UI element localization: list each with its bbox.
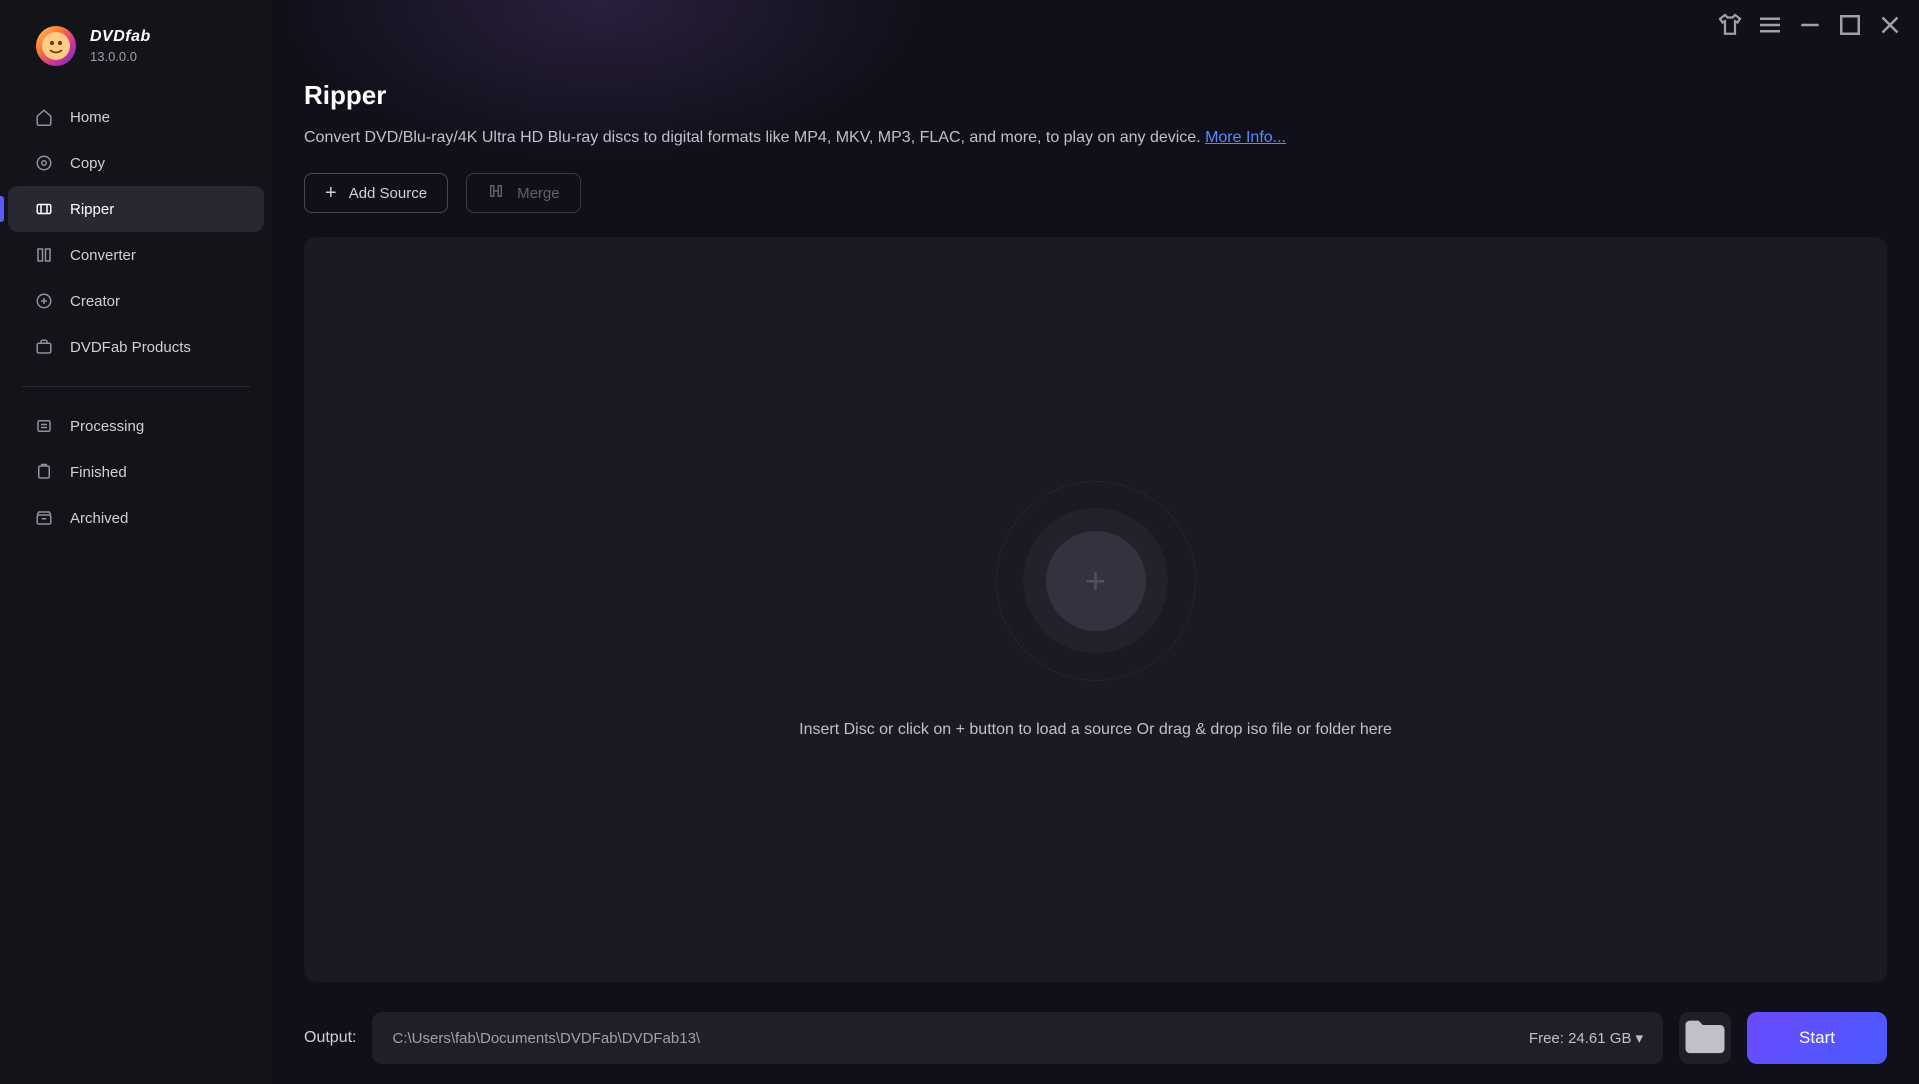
drop-add-button[interactable]: + (1046, 531, 1146, 631)
home-icon (34, 107, 54, 127)
sidebar-item-processing[interactable]: Processing (8, 403, 264, 449)
app-version: 13.0.0.0 (90, 49, 151, 64)
sidebar-item-products[interactable]: DVDFab Products (8, 324, 264, 370)
nav-primary: Home Copy Ripper Converter Creator DVDFa… (0, 94, 272, 370)
app-name: DVDfab (90, 28, 151, 46)
menu-icon[interactable] (1755, 10, 1785, 40)
nav-divider (22, 386, 250, 387)
drop-circle-wrap: + (996, 481, 1196, 681)
toolbar: + Add Source Merge (304, 173, 1887, 213)
output-path: C:\Users\fab\Documents\DVDFab\DVDFab13\ (392, 1030, 1528, 1047)
sidebar-item-label: Archived (70, 510, 128, 527)
main-area: Ripper Convert DVD/Blu-ray/4K Ultra HD B… (272, 0, 1919, 1084)
add-source-label: Add Source (349, 185, 427, 202)
minimize-icon[interactable] (1795, 10, 1825, 40)
sidebar-item-ripper[interactable]: Ripper (8, 186, 264, 232)
plus-icon: + (325, 183, 337, 203)
drop-circle-outer: + (1023, 508, 1168, 653)
sidebar: DVDfab 13.0.0.0 Home Copy Ripper Convert… (0, 0, 272, 1084)
browse-folder-button[interactable] (1679, 1012, 1731, 1064)
drop-zone-text: Insert Disc or click on + button to load… (799, 721, 1392, 739)
page-description: Convert DVD/Blu-ray/4K Ultra HD Blu-ray … (304, 129, 1887, 147)
close-icon[interactable] (1875, 10, 1905, 40)
description-text: Convert DVD/Blu-ray/4K Ultra HD Blu-ray … (304, 129, 1205, 146)
output-free-space[interactable]: Free: 24.61 GB ▾ (1529, 1029, 1643, 1047)
sidebar-item-converter[interactable]: Converter (8, 232, 264, 278)
finished-icon (34, 462, 54, 482)
copy-icon (34, 153, 54, 173)
sidebar-item-label: Ripper (70, 201, 114, 218)
chevron-down-icon: ▾ (1635, 1029, 1643, 1047)
add-source-button[interactable]: + Add Source (304, 173, 448, 213)
titlebar (272, 0, 1919, 50)
app-logo-icon (36, 26, 76, 66)
ripper-icon (34, 199, 54, 219)
processing-icon (34, 416, 54, 436)
logo-section: DVDfab 13.0.0.0 (0, 26, 272, 66)
page-title: Ripper (304, 80, 1887, 111)
converter-icon (34, 245, 54, 265)
sidebar-item-label: Creator (70, 293, 120, 310)
maximize-icon[interactable] (1835, 10, 1865, 40)
merge-icon (487, 182, 505, 204)
shirt-icon[interactable] (1715, 10, 1745, 40)
logo-text: DVDfab 13.0.0.0 (90, 28, 151, 64)
more-info-link[interactable]: More Info... (1205, 129, 1286, 146)
sidebar-item-label: DVDFab Products (70, 339, 191, 356)
sidebar-item-finished[interactable]: Finished (8, 449, 264, 495)
output-path-box[interactable]: C:\Users\fab\Documents\DVDFab\DVDFab13\ … (372, 1012, 1663, 1064)
sidebar-item-copy[interactable]: Copy (8, 140, 264, 186)
sidebar-item-home[interactable]: Home (8, 94, 264, 140)
plus-icon: + (1085, 560, 1106, 602)
merge-button[interactable]: Merge (466, 173, 581, 213)
free-space-text: Free: 24.61 GB (1529, 1030, 1632, 1047)
sidebar-item-label: Converter (70, 247, 136, 264)
sidebar-item-creator[interactable]: Creator (8, 278, 264, 324)
sidebar-item-label: Finished (70, 464, 127, 481)
content: Ripper Convert DVD/Blu-ray/4K Ultra HD B… (272, 50, 1919, 1084)
sidebar-item-label: Home (70, 109, 110, 126)
sidebar-item-archived[interactable]: Archived (8, 495, 264, 541)
archived-icon (34, 508, 54, 528)
nav-secondary: Processing Finished Archived (0, 403, 272, 541)
products-icon (34, 337, 54, 357)
sidebar-item-label: Processing (70, 418, 144, 435)
creator-icon (34, 291, 54, 311)
start-button[interactable]: Start (1747, 1012, 1887, 1064)
output-bar: Output: C:\Users\fab\Documents\DVDFab\DV… (304, 1012, 1887, 1064)
output-label: Output: (304, 1029, 356, 1047)
sidebar-item-label: Copy (70, 155, 105, 172)
drop-zone[interactable]: + Insert Disc or click on + button to lo… (304, 237, 1887, 982)
merge-label: Merge (517, 185, 560, 202)
